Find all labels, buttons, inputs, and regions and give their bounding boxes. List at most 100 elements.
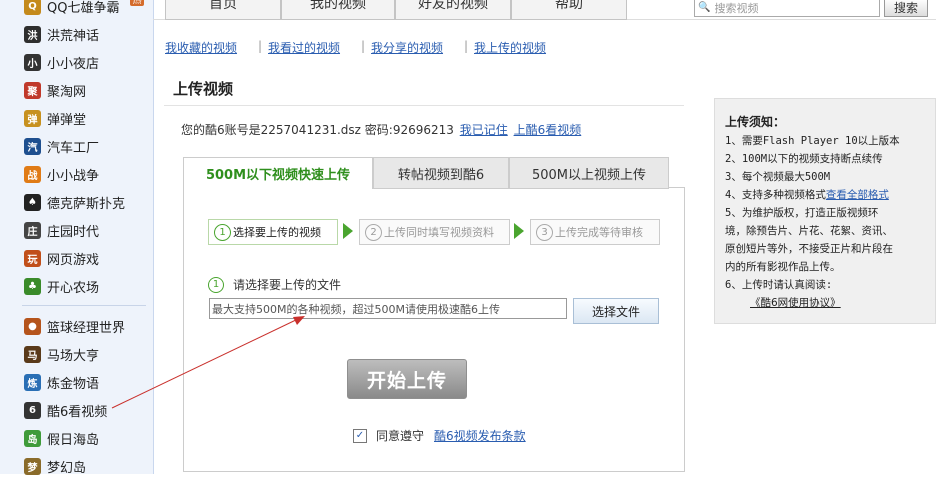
notice-line: 境，除预告片、片花、花絮、资讯、: [725, 225, 893, 237]
search-icon: 🔍: [698, 2, 711, 13]
basketball-icon: ●: [24, 317, 41, 335]
sidebar-item[interactable]: 小小小夜店: [24, 50, 99, 74]
sidebar-item-label: 小小夜店: [47, 56, 100, 72]
divider: |: [464, 39, 469, 53]
sidebar-item[interactable]: 庄庄园时代: [24, 218, 99, 242]
dandantang-icon: 弹: [24, 109, 41, 127]
remember-link[interactable]: 我已记住: [460, 123, 508, 137]
agree-text: 同意遵守: [376, 429, 425, 443]
file-select-label: 1 请选择要上传的文件: [208, 276, 341, 293]
sidebar-item-label: 庄园时代: [47, 224, 100, 240]
notice-line: 原创短片等外，不接受正片和片段在: [725, 243, 893, 255]
sublink-watched[interactable]: 我看过的视频: [268, 39, 340, 56]
step-number: 1: [214, 223, 231, 241]
sidebar-item[interactable]: 汽汽车工厂: [24, 134, 99, 158]
user-agreement-link[interactable]: 《酷6网使用协议》: [750, 295, 841, 310]
poker-icon: ♠: [24, 193, 41, 211]
island-icon: 岛: [24, 429, 41, 447]
sidebar-item[interactable]: ♣ 开心农场: [24, 274, 99, 298]
choose-file-button[interactable]: 选择文件: [573, 298, 659, 324]
tab-friends-videos[interactable]: 好友的视频: [395, 0, 511, 20]
step-number: 2: [365, 223, 382, 241]
tab-fast-upload[interactable]: 500M以下视频快速上传: [183, 157, 373, 189]
sidebar-item[interactable]: ♠ 德克萨斯扑克: [24, 190, 125, 214]
sidebar-item[interactable]: 岛假日海岛: [24, 426, 99, 450]
sidebar-divider: [22, 305, 146, 306]
step-select-video: 1 选择要上传的视频: [208, 219, 338, 245]
view-formats-link[interactable]: 查看全部格式: [826, 189, 889, 201]
notice-line: 2、100M以下的视频支持断点续传: [725, 153, 883, 165]
sidebar-item-label: QQ七雄争霸: [47, 0, 120, 16]
sidebar-item[interactable]: 马马场大亨: [24, 342, 99, 366]
horse-icon: 马: [24, 345, 41, 363]
sublink-uploaded[interactable]: 我上传的视频: [474, 39, 546, 56]
sidebar-item[interactable]: 战小小战争: [24, 162, 99, 186]
hot-badge: 热: [130, 0, 144, 6]
sidebar-item-label: 小小战争: [47, 168, 100, 184]
step-fill-info: 2 上传同时填写视频资料: [359, 219, 510, 245]
search-input[interactable]: 🔍 搜索视频: [694, 0, 880, 17]
sidebar-item[interactable]: 弹弹弹堂: [24, 106, 86, 130]
sidebar-item-label: 汽车工厂: [47, 140, 100, 156]
sidebar-item[interactable]: 洪洪荒神话: [24, 22, 99, 46]
step-label: 上传同时填写视频资料: [384, 226, 494, 239]
notice-line: 6、上传时请认真阅读:: [725, 279, 833, 291]
agree-checkbox[interactable]: ✓: [353, 428, 367, 443]
sidebar-item[interactable]: Q QQ七雄争霸 热: [24, 0, 144, 18]
start-upload-button[interactable]: 开始上传: [347, 359, 467, 399]
jutao-icon: 聚: [24, 81, 41, 99]
tab-large-upload[interactable]: 500M以上视频上传: [509, 157, 669, 189]
step-label: 选择要上传的视频: [233, 226, 321, 239]
sidebar: Q QQ七雄争霸 热洪洪荒神话小小小夜店聚聚淘网弹弹弹堂汽汽车工厂战小小战争 ♠ 德克萨…: [0, 0, 154, 476]
step-number: 1: [208, 276, 224, 293]
sidebar-item[interactable]: 玩网页游戏: [24, 246, 99, 270]
search-button[interactable]: 搜索: [884, 0, 928, 17]
sidebar-item[interactable]: 梦梦幻岛: [24, 454, 86, 478]
sidebar-item[interactable]: 炼炼金物语: [24, 370, 99, 394]
sidebar-item-label: 聚淘网: [47, 84, 87, 100]
web-games-icon: 玩: [24, 249, 41, 267]
search-placeholder: 搜索视频: [714, 1, 759, 15]
sidebar-item-label: 网页游戏: [47, 252, 100, 268]
arrow-right-icon: [343, 223, 353, 239]
file-label-text: 请选择要上传的文件: [233, 278, 342, 292]
sidebar-item-label: 假日海岛: [47, 432, 100, 448]
terms-link[interactable]: 酷6视频发布条款: [434, 427, 526, 444]
divider: |: [258, 39, 263, 53]
step-await-review: 3 上传完成等待审核: [530, 219, 660, 245]
sidebar-item-label: 弹弹堂: [47, 112, 87, 128]
notice-line-text: 4、支持多种视频格式: [725, 189, 826, 201]
dream-island-icon: 梦: [24, 457, 41, 475]
sidebar-item-label: 马场大亨: [47, 348, 100, 364]
notice-line: 3、每个视频最大500M: [725, 171, 831, 183]
sidebar-item-label: 酷6看视频: [47, 404, 108, 420]
step-number: 3: [536, 223, 553, 241]
sidebar-item-label: 梦幻岛: [47, 460, 87, 476]
file-path-field[interactable]: 最大支持500M的各种视频，超过500M请使用极速酷6上传: [209, 298, 567, 319]
account-text: 您的酷6账号是2257041231.dsz 密码:92696213: [181, 123, 454, 137]
sublink-favorites[interactable]: 我收藏的视频: [165, 39, 237, 56]
sidebar-item[interactable]: 6 酷6看视频: [24, 398, 107, 422]
page-title: 上传视频: [173, 80, 234, 98]
happy-farm-icon: ♣: [24, 277, 41, 295]
tab-help[interactable]: 帮助: [511, 0, 627, 20]
account-info: 您的酷6账号是2257041231.dsz 密码:92696213 我已记住 上…: [181, 121, 581, 138]
notice-line: 4、支持多种视频格式查看全部格式: [725, 187, 889, 202]
divider: |: [361, 39, 366, 53]
ku6-icon: 6: [24, 401, 41, 419]
title-divider: [164, 105, 684, 106]
sidebar-item[interactable]: 聚聚淘网: [24, 78, 86, 102]
manor-icon: 庄: [24, 221, 41, 239]
notice-line: 5、为维护版权，打造正版视频环: [725, 207, 879, 219]
notice-line: 1、需要Flash Player 10以上版本: [725, 135, 900, 147]
honghuang-icon: 洪: [24, 25, 41, 43]
sidebar-item[interactable]: ● 篮球经理世界: [24, 314, 125, 338]
night-club-icon: 小: [24, 53, 41, 71]
step-label: 上传完成等待审核: [555, 226, 643, 239]
upload-notice: 上传须知： 1、需要Flash Player 10以上版本 2、100M以下的视…: [714, 98, 936, 324]
tab-repost-video[interactable]: 转帖视频到酷6: [373, 157, 509, 189]
sublink-shared[interactable]: 我分享的视频: [371, 39, 443, 56]
tab-home[interactable]: 首页: [165, 0, 281, 20]
tab-my-videos[interactable]: 我的视频: [281, 0, 395, 20]
watch-ku6-link[interactable]: 上酷6看视频: [514, 123, 582, 137]
